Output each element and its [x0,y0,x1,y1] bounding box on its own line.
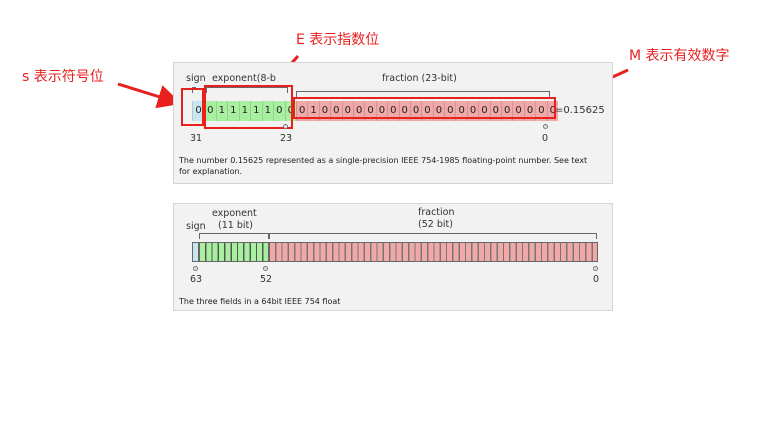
double-exponent-label: exponent [212,208,257,219]
single-sign-label: sign [186,73,206,84]
fraction-highlight-box [293,97,556,119]
single-tick-23: 23 [280,133,293,144]
single-tick-dot-0 [543,124,548,129]
double-fraction-sub: (52 bit) [418,219,453,230]
double-fraction-label: fraction [418,207,455,218]
double-tick-dot-63 [193,266,198,271]
double-exponent-sub: (11 bit) [218,220,253,231]
double-caption: The three fields in a 64bit IEEE 754 flo… [179,297,341,306]
single-tick-0: 0 [542,133,549,144]
single-fraction-label: fraction (23-bit) [382,73,457,84]
exponent-highlight-box [204,85,293,129]
double-tick-dot-0 [593,266,598,271]
single-tick-dot-23 [283,124,288,129]
double-sign-field [192,242,199,262]
single-caption: The number 0.15625 represented as a sing… [179,156,588,176]
double-tick-0: 0 [593,274,600,285]
single-value: =0.15625 [555,105,605,116]
double-tick-63: 63 [190,274,203,285]
double-sign-label: sign [186,221,206,232]
sign-arrow [117,82,182,109]
double-fraction-bracket [269,233,597,239]
single-tick-31: 31 [190,133,203,144]
single-exponent-label: exponent(8-b [212,73,276,84]
sign-highlight-box [181,88,204,126]
double-tick-52: 52 [260,274,273,285]
double-tick-dot-52 [263,266,268,271]
double-exponent-bracket [199,233,269,239]
double-exponent-field [199,242,269,262]
double-fraction-field [269,242,598,262]
